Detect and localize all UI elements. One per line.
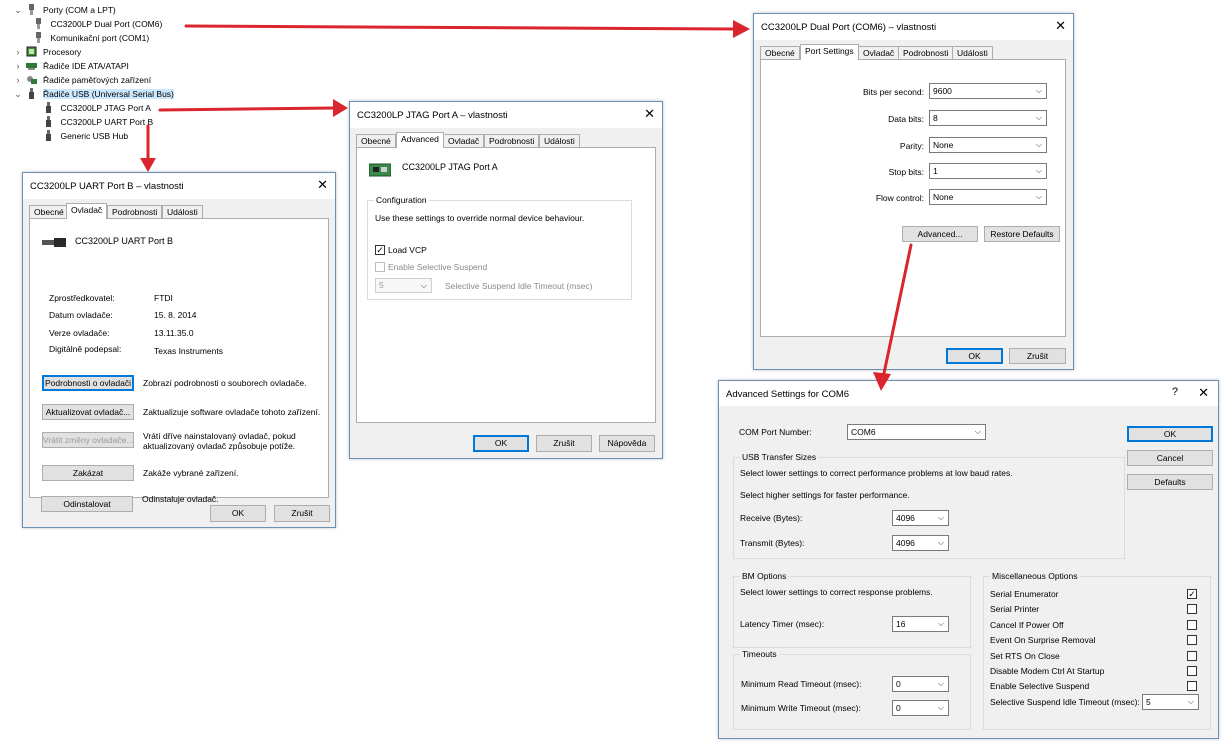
tab-driver[interactable]: Ovladač bbox=[66, 203, 108, 219]
annotation-arrows bbox=[140, 20, 913, 391]
arrow-advanced bbox=[881, 243, 913, 380]
arrow-uart-head bbox=[140, 158, 156, 172]
arrow-dual-port-head bbox=[733, 20, 750, 38]
arrow-advanced-head bbox=[873, 372, 891, 391]
arrow-dual-port bbox=[184, 24, 737, 31]
arrow-jtag-head bbox=[333, 99, 348, 117]
tab-port-settings[interactable]: Port Settings bbox=[800, 44, 859, 60]
tab-advanced[interactable]: Advanced bbox=[396, 132, 444, 148]
arrow-jtag bbox=[158, 106, 337, 112]
